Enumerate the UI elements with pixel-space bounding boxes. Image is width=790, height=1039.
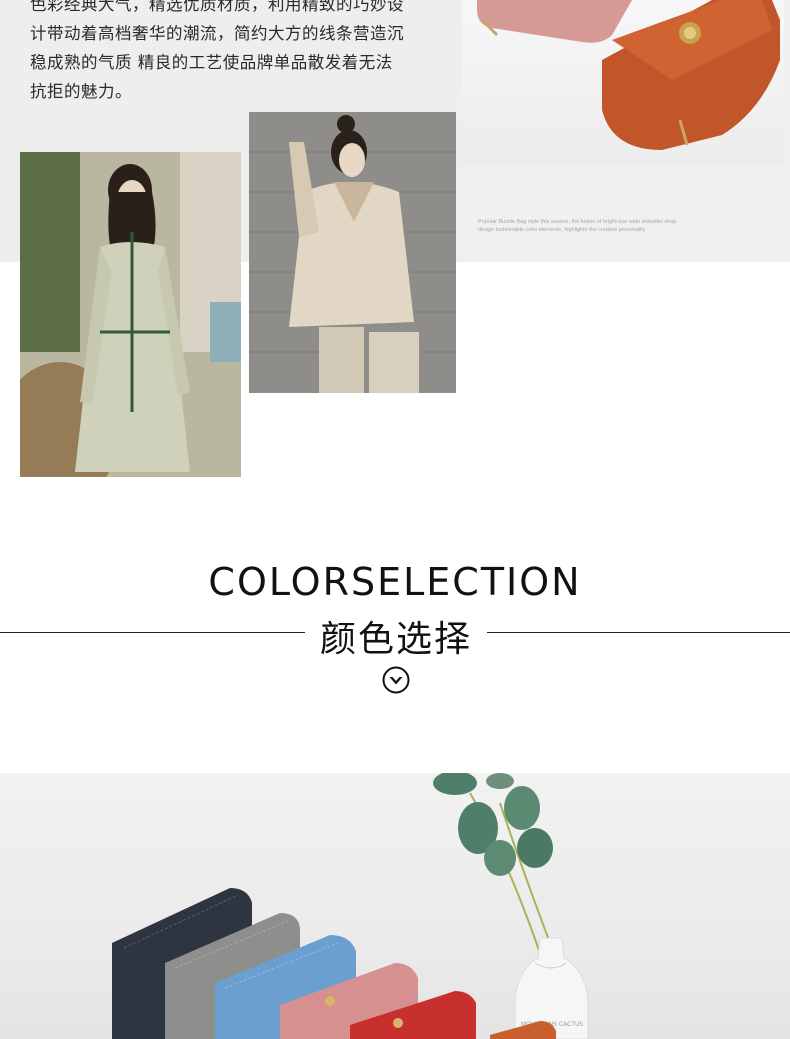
intro-line-2: 计带动着高档奢华的潮流，简约大方的线条营造沉 [30, 24, 404, 43]
divider-left [0, 632, 305, 633]
product-caption: Popular Buckle Bag style this season, th… [478, 218, 778, 234]
wallet-colors-illustration: MOUNTAINS CACTUS [112, 773, 589, 1039]
color-selection-subtitle: 颜色选择 [319, 619, 472, 660]
chevron-down-circle-icon [382, 666, 410, 694]
caption-line-2: design fashionable color elements, highl… [478, 227, 646, 233]
color-selection-title: COLORSELECTION [208, 560, 582, 604]
model-dress-photo [20, 152, 241, 477]
model-dress-illustration [20, 152, 241, 477]
wallet-detail-backdrop [462, 0, 784, 164]
wallet-colors-photo: MOUNTAINS CACTUS [0, 773, 790, 1039]
intro-line-1: 色彩经典大气，精选优质材质，利用精致的巧妙设 [30, 0, 404, 14]
caption-line-1: Popular Buckle Bag style this season, th… [478, 219, 677, 225]
model-jacket-photo [249, 112, 456, 393]
intro-text: 色彩经典大气，精选优质材质，利用精致的巧妙设 计带动着高档奢华的潮流，简约大方的… [30, 0, 450, 106]
wallet-detail-illustration [477, 0, 780, 150]
wallet-detail-photo: Popular Buckle Bag style this season, th… [462, 0, 790, 262]
divider-right [487, 632, 790, 633]
model-jacket-illustration [249, 112, 456, 393]
intro-line-4: 抗拒的魅力。 [30, 82, 132, 101]
intro-line-3: 稳成熟的气质 精良的工艺使品牌单品散发着无法 [30, 53, 393, 72]
